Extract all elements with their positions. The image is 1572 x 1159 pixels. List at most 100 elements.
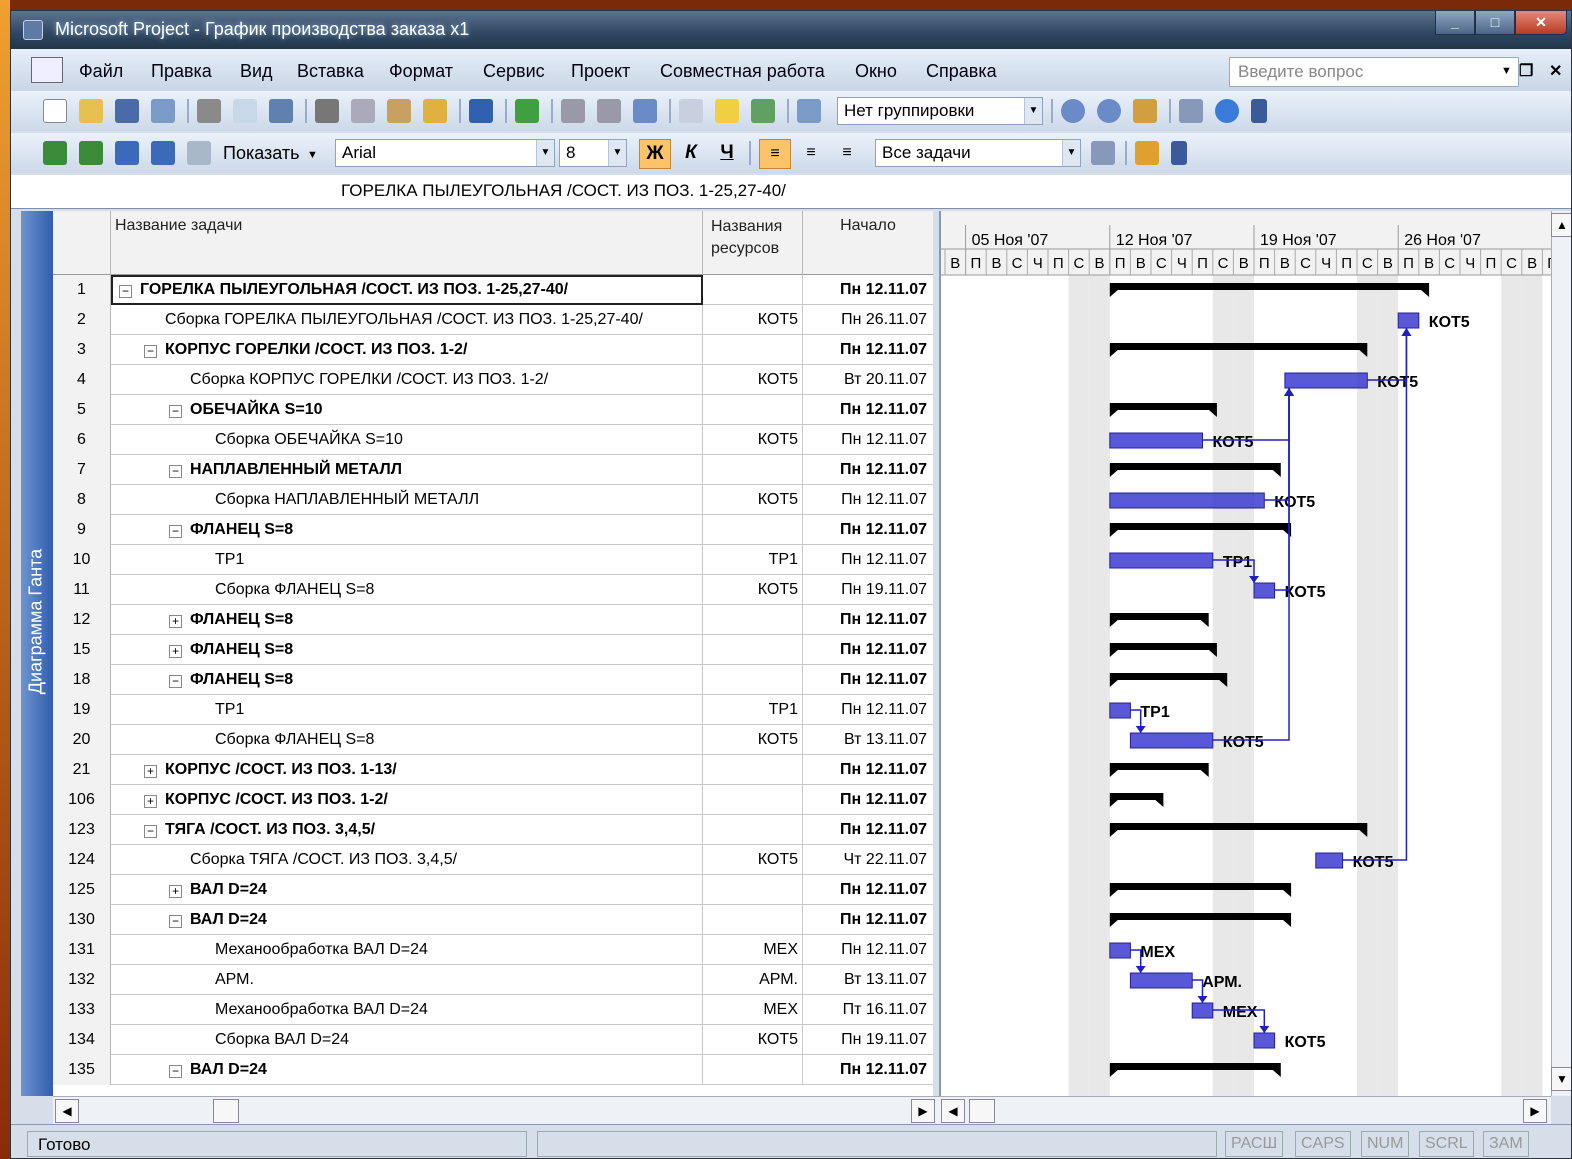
start-cell[interactable]: Пн 12.11.07 bbox=[803, 425, 933, 455]
row-id[interactable]: 4 bbox=[53, 365, 111, 395]
resource-cell[interactable] bbox=[703, 455, 803, 485]
row-id[interactable]: 3 bbox=[53, 335, 111, 365]
start-cell[interactable]: Пн 12.11.07 bbox=[803, 935, 933, 965]
table-row[interactable]: 134 Сборка ВАЛ D=24 КОТ5 Пн 19.11.07 bbox=[53, 1025, 933, 1055]
row-id[interactable]: 106 bbox=[53, 785, 111, 815]
start-cell[interactable]: Пн 12.11.07 bbox=[803, 545, 933, 575]
table-row[interactable]: 125 + ВАЛ D=24 Пн 12.11.07 bbox=[53, 875, 933, 905]
row-id[interactable]: 15 bbox=[53, 635, 111, 665]
task-name-cell[interactable]: − ОБЕЧАЙКА S=10 bbox=[111, 395, 703, 425]
row-id[interactable]: 133 bbox=[53, 995, 111, 1025]
task-name-cell[interactable]: Сборка ОБЕЧАЙКА S=10 bbox=[111, 425, 703, 455]
table-row[interactable]: 124 Сборка ТЯГА /СОСТ. ИЗ ПОЗ. 3,4,5/КОТ5… bbox=[53, 845, 933, 875]
table-row[interactable]: 6 Сборка ОБЕЧАЙКА S=10 КОТ5 Пн 12.11.07 bbox=[53, 425, 933, 455]
outdent-icon[interactable] bbox=[43, 141, 67, 165]
resource-cell[interactable]: КОТ5 bbox=[703, 425, 803, 455]
chevron-down-icon[interactable]: ▼ bbox=[536, 140, 554, 166]
gantt-hscrollbar[interactable]: ◀ ▶ bbox=[939, 1096, 1551, 1124]
expand-icon[interactable]: + bbox=[169, 645, 182, 658]
indent-icon[interactable] bbox=[79, 141, 103, 165]
collapse-icon[interactable]: − bbox=[144, 825, 157, 838]
restore-doc-icon[interactable]: ❐ bbox=[1519, 61, 1533, 81]
column-header-task-name[interactable]: Название задачи bbox=[111, 211, 703, 275]
entry-field[interactable]: ГОРЕЛКА ПЫЛЕУГОЛЬНАЯ /СОСТ. ИЗ ПОЗ. 1-25… bbox=[341, 181, 786, 201]
resource-cell[interactable] bbox=[703, 905, 803, 935]
hide-subtasks-icon[interactable] bbox=[151, 141, 175, 165]
open-icon[interactable] bbox=[79, 99, 103, 123]
row-id[interactable]: 1 bbox=[53, 275, 111, 305]
menu-tools[interactable]: Сервис bbox=[483, 61, 545, 82]
scroll-thumb[interactable] bbox=[969, 1099, 995, 1123]
resource-cell[interactable]: КОТ5 bbox=[703, 725, 803, 755]
title-bar[interactable]: Microsoft Project - График производства … bbox=[11, 11, 1571, 49]
help-search-input[interactable]: Введите вопрос bbox=[1229, 57, 1519, 87]
font-select[interactable]: Arial ▼ bbox=[335, 139, 555, 167]
table-row[interactable]: 133 Механообработка ВАЛ D=24 МЕХ Пт 16.11.0… bbox=[53, 995, 933, 1025]
menu-collaborate[interactable]: Совместная работа bbox=[660, 61, 825, 82]
table-row[interactable]: 10 ТР1 ТР1 Пн 12.11.07 bbox=[53, 545, 933, 575]
gantt-chart[interactable]: 05 Ноя '07 12 Ноя '07 19 Ноя '07 26 Ноя '07… bbox=[939, 211, 1551, 1096]
table-row[interactable]: 12 + ФЛАНЕЦ S=8 Пн 12.11.07 bbox=[53, 605, 933, 635]
resource-cell[interactable] bbox=[703, 275, 803, 305]
resource-cell[interactable]: КОТ5 bbox=[703, 845, 803, 875]
task-name-cell[interactable]: + ФЛАНЕЦ S=8 bbox=[111, 605, 703, 635]
table-row[interactable]: 18− ФЛАНЕЦ S=8 Пн 12.11.07 bbox=[53, 665, 933, 695]
collapse-icon[interactable]: − bbox=[169, 465, 182, 478]
resource-cell[interactable] bbox=[703, 335, 803, 365]
task-name-cell[interactable]: Сборка ФЛАНЕЦ S=8 bbox=[111, 725, 703, 755]
start-cell[interactable]: Пн 12.11.07 bbox=[803, 695, 933, 725]
task-name-cell[interactable]: − ВАЛ D=24 bbox=[111, 1055, 703, 1085]
table-row[interactable]: 132 АРМ. АРМ. Вт 13.11.07 bbox=[53, 965, 933, 995]
start-cell[interactable]: Пн 12.11.07 bbox=[803, 905, 933, 935]
unlink-tasks-icon[interactable] bbox=[597, 99, 621, 123]
table-row[interactable]: 4 Сборка КОРПУС ГОРЕЛКИ /СОСТ. ИЗ ПОЗ. 1-… bbox=[53, 365, 933, 395]
gantt-vscrollbar[interactable]: ▲ ▼ bbox=[1551, 211, 1571, 1096]
start-cell[interactable]: Пт 16.11.07 bbox=[803, 995, 933, 1025]
resource-cell[interactable]: МЕХ bbox=[703, 995, 803, 1025]
cut-icon[interactable] bbox=[315, 99, 339, 123]
menu-help[interactable]: Справка bbox=[926, 61, 997, 82]
task-name-cell[interactable]: Механообработка ВАЛ D=24 bbox=[111, 995, 703, 1025]
start-cell[interactable]: Пн 12.11.07 bbox=[803, 605, 933, 635]
table-row[interactable]: 9− ФЛАНЕЦ S=8 Пн 12.11.07 bbox=[53, 515, 933, 545]
view-bar[interactable]: Диаграмма Ганта bbox=[21, 211, 53, 1096]
task-name-cell[interactable]: − ФЛАНЕЦ S=8 bbox=[111, 665, 703, 695]
start-cell[interactable]: Пн 26.11.07 bbox=[803, 305, 933, 335]
show-level-icon[interactable] bbox=[187, 141, 211, 165]
resource-cell[interactable]: КОТ5 bbox=[703, 1025, 803, 1055]
row-id[interactable]: 124 bbox=[53, 845, 111, 875]
start-cell[interactable]: Пн 12.11.07 bbox=[803, 755, 933, 785]
row-id[interactable]: 12 bbox=[53, 605, 111, 635]
task-name-cell[interactable]: − ФЛАНЕЦ S=8 bbox=[111, 515, 703, 545]
show-subtasks-icon[interactable] bbox=[115, 141, 139, 165]
resource-cell[interactable]: АРМ. bbox=[703, 965, 803, 995]
task-name-cell[interactable]: Механообработка ВАЛ D=24 bbox=[111, 935, 703, 965]
table-row[interactable]: 1− ГОРЕЛКА ПЫЛЕУГОЛЬНАЯ /СОСТ. ИЗ ПОЗ. 1-… bbox=[53, 275, 933, 305]
toolbar-options-icon[interactable] bbox=[1251, 99, 1267, 123]
chevron-down-icon[interactable]: ▼ bbox=[608, 140, 626, 166]
start-cell[interactable]: Пн 12.11.07 bbox=[803, 335, 933, 365]
minimize-button[interactable]: _ bbox=[1435, 11, 1475, 35]
save-workspace-icon[interactable] bbox=[151, 99, 175, 123]
underline-button[interactable]: Ч bbox=[711, 139, 743, 169]
help-icon[interactable] bbox=[1215, 99, 1239, 123]
task-notes-icon[interactable] bbox=[715, 99, 739, 123]
resource-cell[interactable] bbox=[703, 665, 803, 695]
publish-icon[interactable] bbox=[797, 99, 821, 123]
resource-cell[interactable]: КОТ5 bbox=[703, 485, 803, 515]
start-cell[interactable]: Пн 12.11.07 bbox=[803, 515, 933, 545]
copy-icon[interactable] bbox=[351, 99, 375, 123]
row-id[interactable]: 5 bbox=[53, 395, 111, 425]
start-cell[interactable]: Пн 12.11.07 bbox=[803, 635, 933, 665]
row-id[interactable]: 2 bbox=[53, 305, 111, 335]
column-header-start[interactable]: Начало bbox=[803, 211, 933, 275]
row-id[interactable]: 10 bbox=[53, 545, 111, 575]
row-id[interactable]: 9 bbox=[53, 515, 111, 545]
chevron-down-icon[interactable]: ▼ bbox=[1062, 140, 1080, 166]
table-row[interactable]: 21 + КОРПУС /СОСТ. ИЗ ПОЗ. 1-13/Пн 12.11.0… bbox=[53, 755, 933, 785]
collapse-icon[interactable]: − bbox=[169, 675, 182, 688]
table-row[interactable]: 15 + ФЛАНЕЦ S=8 Пн 12.11.07 bbox=[53, 635, 933, 665]
start-cell[interactable]: Пн 12.11.07 bbox=[803, 455, 933, 485]
resource-cell[interactable]: КОТ5 bbox=[703, 575, 803, 605]
autofilter-icon[interactable] bbox=[1091, 141, 1115, 165]
